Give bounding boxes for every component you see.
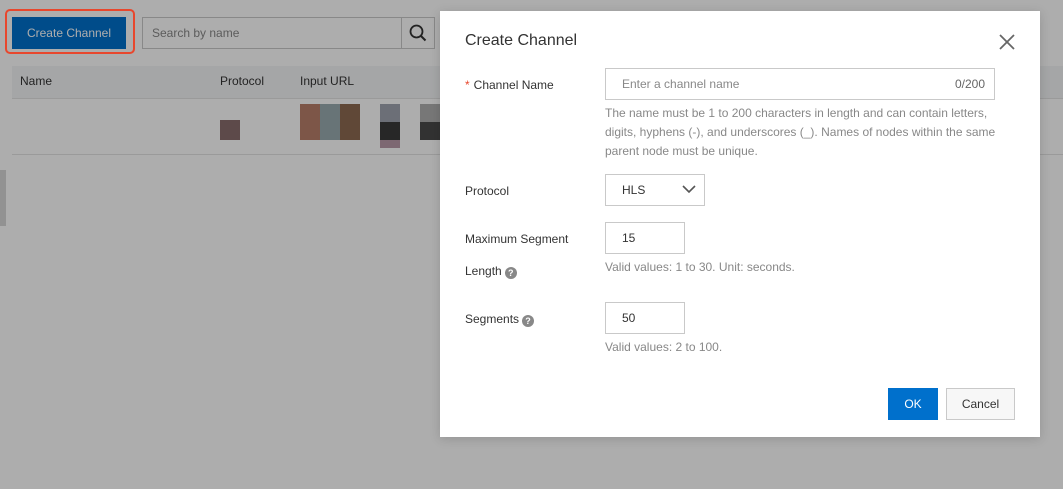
max-segment-hint: Valid values: 1 to 30. Unit: seconds.: [605, 260, 795, 274]
segments-hint: Valid values: 2 to 100.: [605, 340, 723, 354]
protocol-label: Protocol: [465, 184, 510, 198]
chevron-down-icon: [682, 185, 696, 194]
max-segment-label-line2: Length?: [465, 264, 517, 279]
segments-field: [605, 302, 685, 334]
segments-label-text: Segments: [465, 312, 520, 326]
channel-name-input[interactable]: [606, 69, 936, 99]
channel-name-label: * Channel Name: [465, 78, 554, 92]
channel-name-field: 0/200: [605, 68, 995, 100]
max-segment-input[interactable]: [606, 223, 684, 253]
max-segment-field: [605, 222, 685, 254]
channel-name-hint: The name must be 1 to 200 characters in …: [605, 106, 996, 158]
segments-input[interactable]: [606, 303, 684, 333]
max-segment-label-text: Length: [465, 264, 502, 278]
ok-button[interactable]: OK: [888, 388, 938, 420]
char-counter: 0/200: [954, 77, 985, 91]
required-mark: *: [465, 78, 470, 92]
help-icon[interactable]: ?: [522, 315, 535, 327]
protocol-select[interactable]: HLS: [605, 174, 705, 206]
channel-name-label-text: Channel Name: [473, 78, 554, 92]
close-icon[interactable]: [997, 32, 1017, 52]
cancel-button[interactable]: Cancel: [946, 388, 1015, 420]
protocol-selected-value: HLS: [622, 183, 646, 197]
segments-label: Segments?: [465, 312, 535, 327]
max-segment-label-line1: Maximum Segment: [465, 232, 569, 246]
help-icon[interactable]: ?: [504, 267, 517, 279]
highlight-annotation: [5, 9, 135, 54]
dialog-title: Create Channel: [465, 32, 578, 49]
create-channel-dialog: Create Channel *Channel Name 0/200 The n…: [440, 11, 1040, 437]
